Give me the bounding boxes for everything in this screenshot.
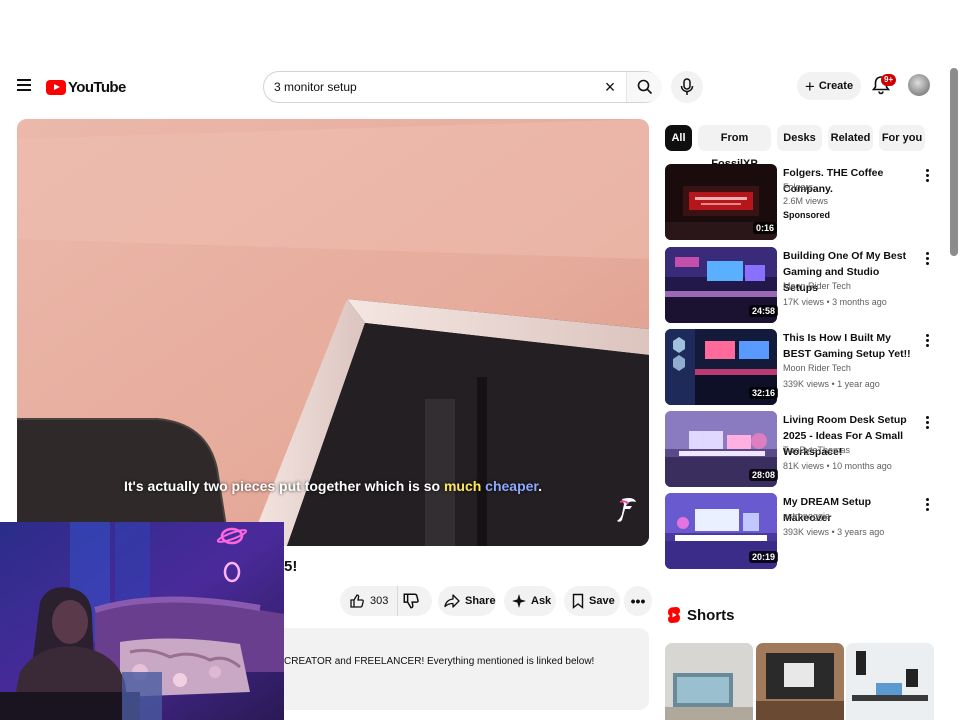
video-title[interactable]: This Is How I Built My BEST Gaming Setup… — [783, 330, 917, 362]
video-meta: 17K views • 3 months ago — [783, 297, 887, 307]
video-duration: 0:16 — [753, 222, 778, 234]
sparkle-icon — [512, 594, 526, 608]
channel-name[interactable]: astronoggie — [783, 511, 830, 521]
short-thumbnail[interactable] — [846, 643, 934, 720]
webcam-overlay — [0, 522, 284, 720]
share-icon — [444, 594, 460, 608]
recommended-video[interactable]: 32:16 This Is How I Built My BEST Gaming… — [665, 329, 945, 405]
search-box: × — [263, 71, 662, 103]
like-count: 303 — [370, 595, 389, 607]
recommended-video[interactable]: 0:16 Folgers. THE Coffee Company. Folger… — [665, 164, 945, 240]
more-options-icon[interactable] — [923, 497, 931, 513]
ask-button[interactable]: Ask — [504, 586, 556, 616]
short-thumbnail[interactable] — [665, 643, 753, 720]
clear-search-icon[interactable]: × — [600, 77, 620, 97]
top-bar: YouTube × + Create 9+ — [0, 66, 960, 108]
video-duration: 24:58 — [749, 305, 779, 317]
chip-related[interactable]: Related — [828, 125, 873, 151]
create-label: Create — [818, 80, 854, 92]
video-duration: 32:16 — [749, 387, 779, 399]
save-button[interactable]: Save — [564, 586, 620, 616]
recommended-video[interactable]: 24:58 Building One Of My Best Gaming and… — [665, 247, 945, 323]
video-title[interactable]: My DREAM Setup Makeover — [783, 494, 917, 526]
recommended-video[interactable]: 20:19 My DREAM Setup Makeover astronoggi… — [665, 493, 945, 569]
sponsored-badge: Sponsored — [783, 210, 831, 220]
shorts-header: Shorts — [667, 606, 735, 624]
shorts-icon — [668, 607, 680, 623]
chip-for-you[interactable]: For you — [879, 125, 925, 151]
voice-search-button[interactable] — [671, 71, 703, 103]
video-caption: It's actually two pieces put together wh… — [123, 478, 542, 494]
account-avatar[interactable] — [908, 74, 930, 96]
chip-from-channel[interactable]: From FossilXP — [698, 125, 771, 170]
thumbs-down-icon[interactable] — [402, 592, 420, 610]
more-options-icon[interactable] — [923, 415, 931, 431]
notification-badge: 9+ — [881, 74, 897, 86]
description-box[interactable]: CREATOR and FREELANCER! Everything menti… — [284, 628, 649, 710]
video-meta: 81K views • 10 months ago — [783, 461, 892, 471]
channel-name[interactable]: Moon Rider Tech — [783, 281, 851, 291]
video-player[interactable]: It's actually two pieces put together wh… — [17, 119, 649, 546]
page-scrollbar[interactable] — [950, 68, 958, 256]
logo-text: YouTube — [68, 78, 126, 96]
video-meta: 2.6M views — [783, 196, 829, 206]
more-actions-icon[interactable]: ••• — [624, 586, 652, 616]
like-button[interactable]: 303 — [340, 586, 398, 616]
video-title[interactable]: Folgers. THE Coffee Company. — [783, 165, 917, 197]
plus-icon: + — [804, 76, 815, 96]
chip-desks[interactable]: Desks — [777, 125, 822, 151]
hamburger-menu-icon[interactable] — [14, 76, 34, 96]
search-icon — [637, 79, 653, 95]
channel-watermark-icon[interactable] — [614, 496, 640, 524]
description-text: CREATOR and FREELANCER! Everything menti… — [284, 656, 595, 667]
channel-name[interactable]: Folgers — [783, 182, 813, 192]
youtube-logo[interactable]: YouTube — [46, 77, 126, 97]
more-options-icon[interactable] — [923, 333, 931, 349]
video-duration: 28:08 — [749, 469, 779, 481]
share-button[interactable]: Share — [438, 586, 496, 616]
video-title: 5! — [284, 558, 298, 575]
microphone-icon — [680, 78, 694, 95]
bookmark-icon — [572, 593, 584, 609]
shorts-title: Shorts — [687, 606, 735, 624]
create-button[interactable]: + Create — [797, 72, 861, 100]
recommended-video[interactable]: 28:08 Living Room Desk Setup 2025 - Idea… — [665, 411, 945, 487]
short-thumbnail[interactable] — [756, 643, 844, 720]
video-duration: 20:19 — [749, 551, 779, 563]
more-options-icon[interactable] — [923, 251, 931, 267]
channel-name[interactable]: Moon Rider Tech — [783, 363, 851, 373]
like-dislike-group: 303 — [340, 586, 432, 616]
youtube-watch-page: YouTube × + Create 9+ — [0, 0, 960, 720]
more-options-icon[interactable] — [923, 168, 931, 184]
chip-all[interactable]: All — [665, 125, 692, 151]
channel-name[interactable]: TwoByteThomas — [783, 445, 850, 455]
youtube-play-icon — [46, 79, 66, 95]
search-input[interactable] — [274, 72, 594, 102]
search-button[interactable] — [626, 72, 662, 102]
thumbs-up-icon — [350, 594, 364, 608]
video-meta: 393K views • 3 years ago — [783, 527, 885, 537]
video-meta: 339K views • 1 year ago — [783, 379, 880, 389]
